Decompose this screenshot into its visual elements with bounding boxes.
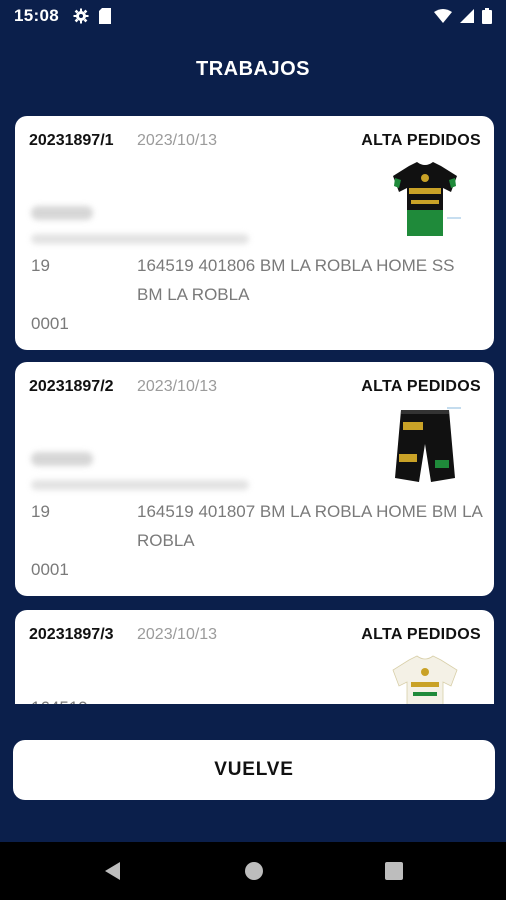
job-description: 164519 401807 BM LA ROBLA HOME BM LA ROB…: [137, 502, 482, 550]
job-status: ALTA PEDIDOS: [361, 132, 481, 149]
job-quantity: 19: [31, 502, 50, 521]
nav-back-icon[interactable]: [102, 860, 124, 882]
job-status: ALTA PEDIDOS: [361, 626, 481, 643]
signal-icon: [460, 9, 474, 23]
blurred-customer-detail: [31, 234, 249, 244]
job-id: 20231897/2: [29, 378, 114, 395]
job-status: ALTA PEDIDOS: [361, 378, 481, 395]
battery-icon: [482, 8, 492, 24]
job-code: 0001: [31, 314, 69, 333]
page-title: TRABAJOS: [195, 58, 310, 80]
gear-icon: [73, 8, 89, 24]
job-date: 2023/10/13: [137, 132, 218, 149]
job-date: 2023/10/13: [137, 626, 218, 643]
jersey-thumbnail: [393, 162, 461, 236]
job-date: 2023/10/13: [137, 378, 218, 395]
job-partial-text: 164519: [31, 698, 88, 704]
job-code: 0001: [31, 560, 69, 579]
job-card[interactable]: 20231897/3 2023/10/13 ALTA PEDIDOS 16451…: [15, 610, 494, 704]
shorts-thumbnail: [395, 407, 461, 482]
job-card[interactable]: 20231897/1 2023/10/13 ALTA PEDIDOS 19 16…: [15, 116, 494, 350]
nav-recents-icon[interactable]: [383, 860, 405, 882]
blurred-customer-name: [31, 452, 93, 466]
wifi-icon: [434, 9, 452, 23]
jersey-thumbnail: [392, 655, 458, 704]
job-card[interactable]: 20231897/2 2023/10/13 ALTA PEDIDOS 19 16…: [15, 362, 494, 596]
job-list[interactable]: 20231897/1 2023/10/13 ALTA PEDIDOS 19 16…: [0, 114, 506, 704]
job-id: 20231897/3: [29, 626, 114, 643]
sim-card-icon: [98, 8, 111, 24]
blurred-customer-detail: [31, 480, 249, 490]
blurred-customer-name: [31, 206, 93, 220]
nav-home-icon[interactable]: [243, 860, 265, 882]
job-description: 164519 401806 BM LA ROBLA HOME SS BM LA …: [137, 256, 455, 304]
status-bar: 15:08: [0, 0, 506, 32]
back-button[interactable]: VUELVE: [13, 740, 495, 800]
status-time: 15:08: [14, 6, 59, 25]
job-id: 20231897/1: [29, 132, 114, 149]
job-quantity: 19: [31, 256, 50, 275]
navigation-bar: [0, 842, 506, 900]
